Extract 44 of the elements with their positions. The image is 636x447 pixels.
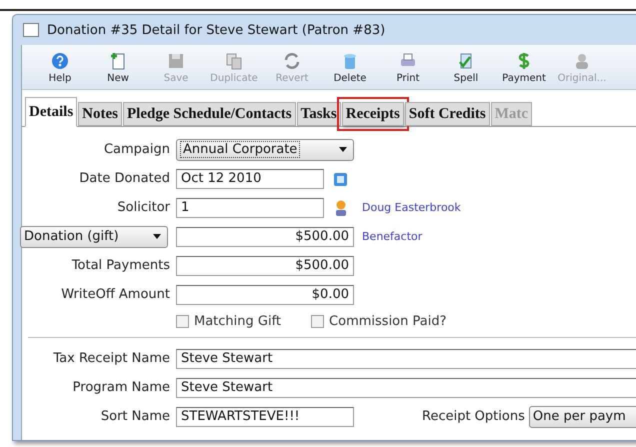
amount-field[interactable]: $500.00 <box>176 226 354 246</box>
field-label: Campaign <box>102 142 170 157</box>
delete-button[interactable]: Delete <box>324 45 376 89</box>
writeoff-field[interactable]: $0.00 <box>176 284 354 304</box>
documents-icon <box>224 50 244 70</box>
tab[interactable]: Soft Credits <box>404 102 490 126</box>
tax-receipt-name-field[interactable]: Steve Stewart <box>176 348 636 368</box>
field-label: Receipt Options <box>422 409 525 424</box>
field-label: Program Name <box>72 380 170 395</box>
caret-icon <box>339 147 347 152</box>
window-title: Donation #35 Detail for Steve Stewart (Patron #83) <box>47 22 386 38</box>
help-icon <box>50 50 70 70</box>
field-label: Total Payments <box>70 258 170 273</box>
spell-button[interactable]: Spell <box>440 45 492 89</box>
solicitor-link[interactable]: Doug Easterbrook <box>362 201 461 214</box>
field-label: Sort Name <box>100 409 170 424</box>
checkbox-label: Matching Gift <box>194 314 282 328</box>
tab[interactable]: Details <box>25 97 78 127</box>
window-icon <box>23 23 39 37</box>
program-name-field[interactable]: Steve Stewart <box>176 378 636 398</box>
field-label: WriteOff Amount <box>60 287 170 302</box>
checkbox[interactable] <box>311 314 324 328</box>
new-button[interactable]: New <box>92 45 144 89</box>
campaign-dropdown[interactable]: Annual Corporate <box>176 138 354 160</box>
help-button[interactable]: Help <box>34 45 86 89</box>
checkbox[interactable] <box>176 314 189 328</box>
date-field[interactable]: Oct 12 2010 <box>176 168 324 188</box>
benefactor-link[interactable]: Benefactor <box>362 230 422 243</box>
caret-icon <box>153 234 161 239</box>
sort-name-field[interactable]: STEWARTSTEVE!!! <box>176 406 354 426</box>
tab[interactable]: Notes <box>78 102 122 126</box>
tab[interactable]: Tasks <box>296 102 341 126</box>
solicitor-field[interactable]: 1 <box>176 198 324 218</box>
field-label: Date Donated <box>78 171 170 186</box>
print-button[interactable]: Print <box>382 45 434 89</box>
total-payments-field[interactable]: $500.00 <box>176 256 354 276</box>
checkbox-label: Commission Paid? <box>329 314 446 328</box>
payment-button[interactable]: Payment <box>498 45 550 89</box>
type-dropdown[interactable]: Donation (gift) <box>20 226 168 248</box>
field-label: Solicitor <box>116 200 170 215</box>
arrows-icon <box>282 50 302 70</box>
receipt-options-dropdown[interactable]: One per paym <box>528 406 636 428</box>
tab[interactable]: Pledge Schedule/Contacts <box>123 102 296 126</box>
field-label: Tax Receipt Name <box>52 351 170 366</box>
